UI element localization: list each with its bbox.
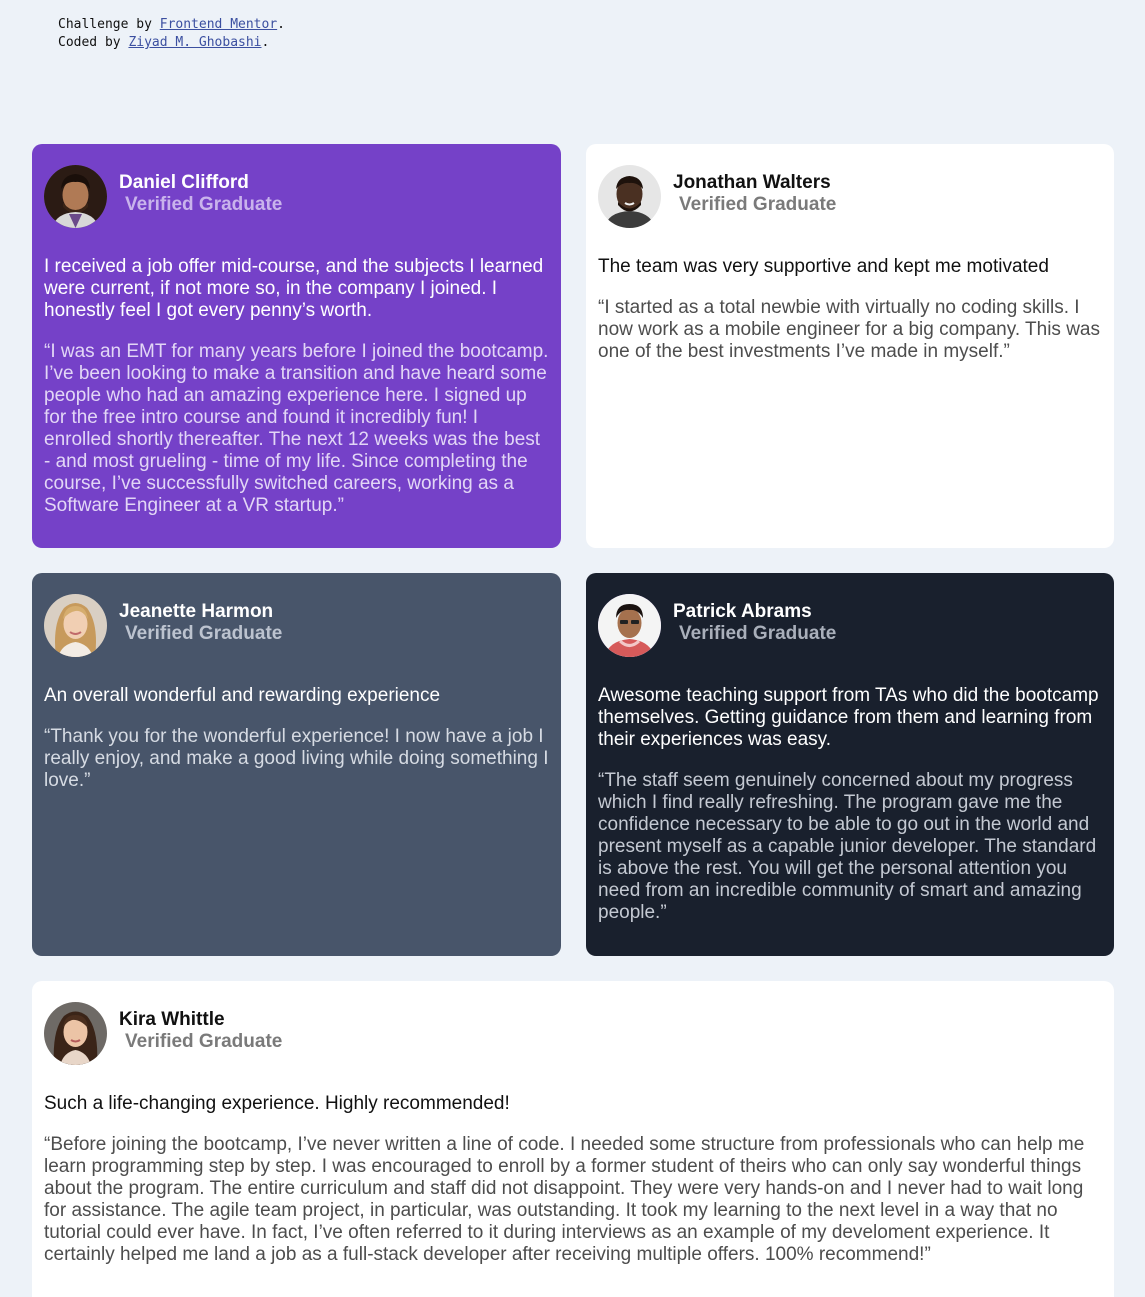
avatar [44, 165, 107, 228]
testimonial-author: Daniel Clifford Verified Graduate [119, 172, 282, 216]
testimonial-card-jeanette: Jeanette Harmon Verified Graduate An ove… [32, 573, 561, 956]
verified-badge: Verified Graduate [125, 622, 283, 644]
author-name: Jeanette Harmon [119, 600, 274, 622]
testimonial-quote: “Thank you for the wonderful experience!… [44, 726, 549, 791]
testimonial-card-patrick: Patrick Abrams Verified Graduate Awesome… [586, 573, 1114, 956]
testimonial-card-jonathan: Jonathan Walters Verified Graduate The t… [586, 144, 1114, 548]
avatar-kira-image [44, 1002, 107, 1065]
avatar [44, 594, 107, 657]
testimonial-author: Jeanette Harmon Verified Graduate [119, 601, 282, 645]
testimonial-header: Jonathan Walters Verified Graduate [598, 165, 1102, 228]
testimonial-header: Kira Whittle Verified Graduate [44, 1002, 1102, 1065]
testimonial-quote: “I was an EMT for many years before I jo… [44, 341, 549, 516]
testimonial-author: Kira Whittle Verified Graduate [119, 1009, 282, 1053]
attribution-challenge-text: Challenge by [58, 17, 160, 32]
author-name: Kira Whittle [119, 1008, 225, 1030]
avatar-jeanette-image [44, 594, 107, 657]
attribution-line-coder: Coded by Ziyad M. Ghobashi. [58, 34, 285, 52]
testimonial-headline: The team was very supportive and kept me… [598, 256, 1049, 277]
avatar-patrick-image [598, 594, 661, 657]
attribution-line-challenge: Challenge by Frontend Mentor. [58, 16, 285, 34]
testimonial-headline: Awesome teaching support from TAs who di… [598, 685, 1099, 750]
avatar [598, 165, 661, 228]
testimonial-headline: An overall wonderful and rewarding exper… [44, 685, 441, 706]
attribution-coder-period: . [261, 35, 270, 50]
testimonial-quote: “The staff seem genuinely concerned abou… [598, 770, 1097, 923]
testimonial-author: Patrick Abrams Verified Graduate [673, 601, 836, 645]
avatar [598, 594, 661, 657]
attribution-challenge-period: . [277, 17, 285, 32]
frontend-mentor-link[interactable]: Frontend Mentor [160, 17, 277, 32]
avatar [44, 1002, 107, 1065]
verified-badge: Verified Graduate [679, 193, 837, 215]
author-name: Daniel Clifford [119, 171, 249, 193]
attribution-coder-text: Coded by [58, 35, 129, 50]
avatar-jonathan-image [598, 165, 661, 228]
testimonial-header: Jeanette Harmon Verified Graduate [44, 594, 549, 657]
testimonial-author: Jonathan Walters Verified Graduate [673, 172, 836, 216]
testimonial-card-kira: Kira Whittle Verified Graduate Such a li… [32, 981, 1114, 1297]
attribution: Challenge by Frontend Mentor. Coded by Z… [58, 16, 285, 52]
verified-badge: Verified Graduate [125, 1030, 283, 1052]
testimonial-header: Patrick Abrams Verified Graduate [598, 594, 1102, 657]
testimonial-headline: I received a job offer mid-course, and t… [44, 256, 544, 321]
coder-link[interactable]: Ziyad M. Ghobashi [128, 35, 261, 50]
testimonial-card-daniel: Daniel Clifford Verified Graduate I rece… [32, 144, 561, 548]
testimonial-header: Daniel Clifford Verified Graduate [44, 165, 549, 228]
author-name: Patrick Abrams [673, 600, 812, 622]
avatar-daniel-image [44, 165, 107, 228]
verified-badge: Verified Graduate [125, 193, 283, 215]
author-name: Jonathan Walters [673, 171, 831, 193]
testimonial-headline: Such a life-changing experience. Highly … [44, 1093, 510, 1114]
testimonial-quote: “Before joining the bootcamp, I’ve never… [44, 1134, 1085, 1265]
testimonial-quote: “I started as a total newbie with virtua… [598, 297, 1100, 362]
verified-badge: Verified Graduate [679, 622, 837, 644]
